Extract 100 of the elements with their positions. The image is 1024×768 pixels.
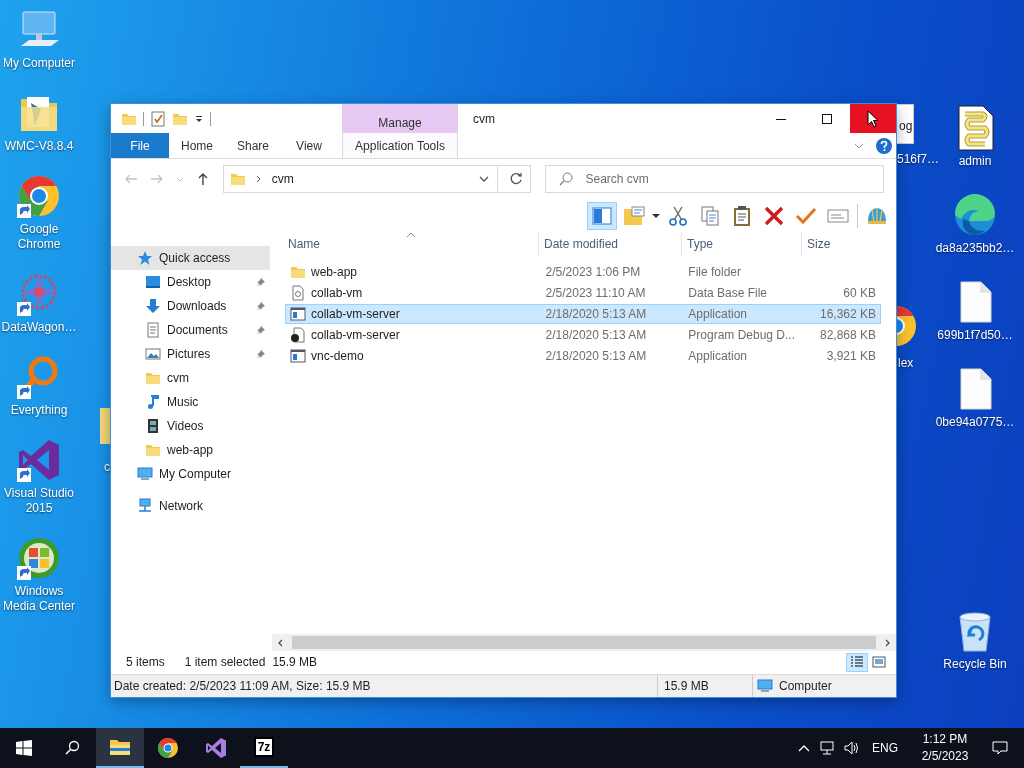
column-header[interactable]: Date modified (539, 232, 682, 256)
folder-icon (145, 442, 161, 458)
notifications-icon[interactable] (992, 740, 1008, 756)
clock[interactable]: 1:12 PM 2/5/2023 (908, 728, 982, 768)
desktop-shortcut[interactable]: 699b1f7d50… (936, 278, 1014, 343)
application-icon (290, 348, 306, 364)
location-label: Computer (779, 679, 832, 693)
dropdown-chevron-icon[interactable] (478, 174, 489, 184)
tree-item[interactable]: Videos (111, 414, 270, 438)
properties-icon[interactable] (150, 110, 166, 127)
search-field[interactable]: Search cvm (544, 165, 884, 193)
ribbon-tab[interactable]: Application Tools (342, 133, 458, 158)
ribbon-tab[interactable]: Home (169, 133, 225, 158)
details-text: Date created: 2/5/2023 11:09 AM, Size: 15.9 MB (113, 679, 372, 693)
tree-item[interactable]: Music (111, 390, 270, 414)
tree-item[interactable]: Downloads (111, 294, 270, 318)
taskbar-button[interactable]: 7z (240, 728, 288, 768)
ribbon-tab[interactable]: File (111, 133, 169, 158)
network-icon[interactable] (820, 740, 836, 756)
column-header[interactable]: Type (682, 232, 802, 256)
help-icon[interactable] (876, 137, 892, 154)
file-name: collab-vm-server (311, 307, 400, 321)
tree-item[interactable]: Desktop (111, 270, 270, 294)
computer-icon (757, 678, 773, 694)
dropdown-icon[interactable] (194, 113, 204, 124)
address-bar[interactable]: cvm (222, 165, 531, 193)
table-cell-text: 2/18/2020 5:13 AM (544, 307, 648, 321)
desktop-icon (145, 274, 161, 290)
table-cell-text: Data Base File (687, 286, 769, 300)
database-file-icon (290, 285, 306, 301)
icon-label[interactable]: lex (898, 356, 921, 370)
view-button[interactable] (846, 652, 868, 672)
windows-logo-icon (16, 740, 32, 756)
details-view-icon (849, 654, 865, 670)
desktop-shortcut[interactable]: 0be94a0775… (936, 365, 1014, 430)
delete-icon (763, 205, 785, 227)
checkmark-icon (795, 205, 817, 227)
column-label: Size (807, 237, 831, 251)
dropdown-arrow-icon[interactable] (651, 211, 661, 221)
table-cell-text: 2/5/2023 11:10 AM (544, 286, 647, 300)
column-label: Date modified (544, 237, 619, 251)
file-row[interactable]: collab-vm-server 2/18/2020 5:13 AM Program Debug D... 82,868 KB (285, 325, 881, 345)
file-name: vnc-demo (311, 349, 364, 363)
computer-icon (137, 466, 153, 482)
horizontal-scrollbar[interactable] (272, 634, 896, 651)
file-row[interactable]: web-app 2/5/2023 1:06 PM File folder (285, 262, 881, 282)
tree-item[interactable]: web-app (111, 438, 270, 462)
search-icon (64, 740, 80, 756)
table-cell-text: 16,362 KB (818, 307, 877, 321)
icon-label[interactable]: 516f7… (897, 152, 940, 166)
maximize-icon (822, 113, 832, 124)
volume-icon[interactable] (844, 740, 860, 756)
properties-icon (623, 205, 645, 227)
mouse-cursor-icon (867, 109, 879, 128)
table-cell-text: 2/18/2020 5:13 AM (544, 349, 648, 363)
table-cell-text: File folder (687, 265, 742, 279)
context-tab-header: Manage (342, 104, 458, 133)
table-cell-text: 2/5/2023 1:06 PM (544, 265, 642, 279)
ribbon-tab[interactable]: View (281, 133, 337, 158)
tree-item[interactable]: Quick access (111, 246, 270, 270)
folder-icon (145, 370, 161, 386)
star-icon (137, 250, 153, 266)
file-row[interactable]: collab-vm 2/5/2023 11:10 AM Data Base File 60 KB (285, 283, 881, 303)
tree-item[interactable]: cvm (111, 366, 270, 390)
desktop-shortcut[interactable]: Recycle Bin (936, 607, 1014, 672)
folder-icon (229, 171, 246, 187)
selection-count: 1 item selected (184, 655, 266, 669)
scrollbar-thumb[interactable] (292, 636, 876, 649)
large-icons-view-icon (871, 654, 887, 670)
item-count: 5 items (126, 655, 165, 669)
browser-icon (156, 736, 180, 760)
table-cell-text: Application (687, 307, 749, 321)
network-icon (137, 498, 153, 514)
debug-file-icon (290, 327, 306, 343)
file-row[interactable]: vnc-demo 2/18/2020 5:13 AM Application 3,921 KB (285, 346, 881, 366)
table-cell-text: 82,868 KB (818, 328, 877, 342)
music-note-icon (145, 394, 161, 410)
folder-icon (290, 264, 306, 280)
table-cell-text: 2/18/2020 5:13 AM (544, 328, 648, 342)
tree-item[interactable]: Documents (111, 318, 270, 342)
ribbon-tab[interactable]: Share (225, 133, 281, 158)
toolbar-button[interactable] (587, 202, 617, 230)
column-header[interactable]: Name (283, 232, 539, 256)
column-header[interactable]: Size (802, 232, 878, 256)
shell-icon (866, 205, 888, 227)
desktop-shortcut[interactable]: da8a235bb2… (936, 191, 1014, 256)
application-icon (290, 306, 306, 322)
breadcrumb[interactable]: cvm (271, 172, 294, 186)
column-label: Name (288, 237, 320, 251)
file-row[interactable]: collab-vm-server 2/18/2020 5:13 AM Application 16,362 KB (285, 304, 881, 324)
close-button[interactable] (850, 104, 896, 133)
tree-item[interactable]: Network (111, 494, 270, 518)
archiver-logo: 7z (253, 737, 275, 757)
tree-item[interactable]: Pictures (111, 342, 270, 366)
window-title: cvm (472, 111, 495, 126)
tree-item[interactable]: My Computer (111, 462, 270, 486)
cut-icon (667, 205, 689, 227)
copy-icon (699, 205, 721, 227)
taskbar-button[interactable] (96, 728, 144, 768)
language-indicator[interactable]: ENG (872, 741, 898, 755)
